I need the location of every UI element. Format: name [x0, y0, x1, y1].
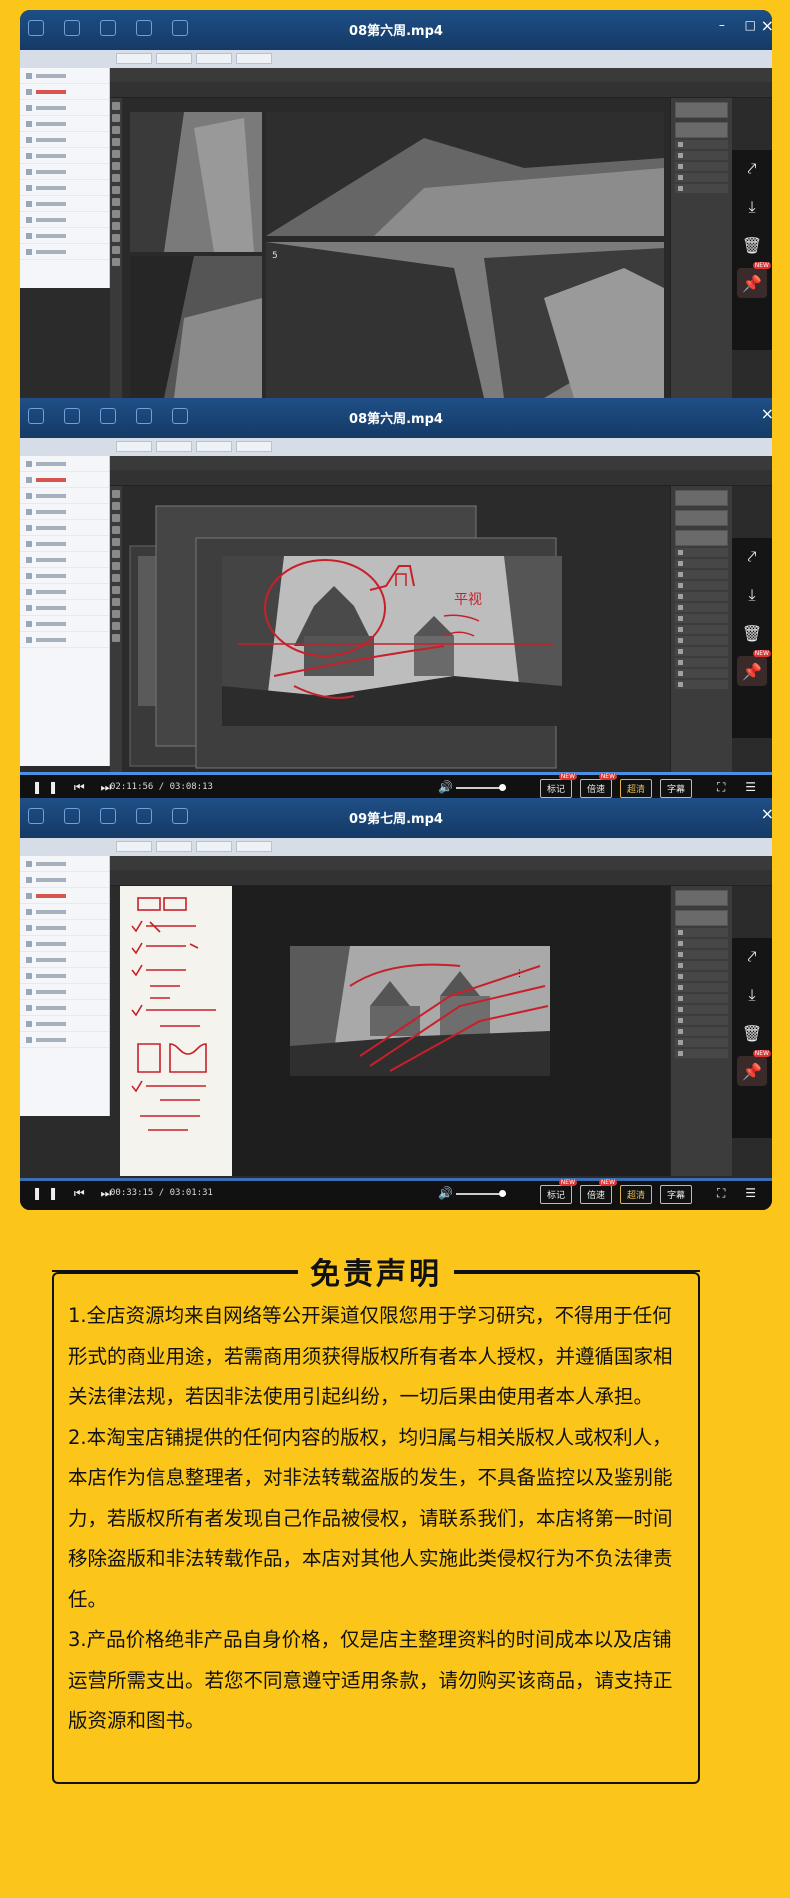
- share-icon[interactable]: ⤤: [737, 942, 767, 972]
- play-controls-icon[interactable]: ❚❚ ⏮ ⏭: [32, 1186, 117, 1201]
- fullscreen-icon[interactable]: ⛶ ☰: [717, 1186, 764, 1201]
- share-icon[interactable]: ⤤: [737, 542, 767, 572]
- timecode: 00:33:15 / 03:01:31: [110, 1188, 213, 1198]
- disclaimer-paragraph-3: 3.产品价格绝非产品自身价格，仅是店主整理资料的时间成本以及店铺运营所需支出。若…: [68, 1628, 673, 1732]
- download-icon[interactable]: ⤓: [737, 192, 767, 222]
- play-controls-icon[interactable]: ❚❚ ⏮ ⏭: [32, 780, 117, 795]
- ps-toolbox: [110, 98, 122, 398]
- close-icon[interactable]: ×: [761, 404, 772, 423]
- timecode: 02:11:56 / 03:08:13: [110, 782, 213, 792]
- ps-toolbox: [110, 486, 122, 772]
- title-rule-left: [52, 1270, 298, 1272]
- ps-options-bar: [110, 870, 772, 886]
- video-screenshot-3: 09第七周.mp4 × ⋮ ⤤ ⤓ 🗑 📌 NEW ❚❚ ⏮ ⏭ 00:33:1…: [20, 798, 772, 1210]
- volume-icon[interactable]: 🔊: [438, 780, 453, 794]
- trash-icon[interactable]: 🗑: [737, 1018, 767, 1048]
- player-titlebar: 08第六周.mp4 ×: [20, 398, 772, 438]
- download-icon[interactable]: ⤓: [737, 980, 767, 1010]
- ps-layers-panel: [670, 98, 732, 398]
- speed-button[interactable]: 倍速 NEW: [580, 1179, 618, 1204]
- ps-menubar: [110, 456, 772, 470]
- ps-layers-panel: [670, 486, 732, 772]
- quality-button[interactable]: 超清: [620, 1185, 653, 1204]
- screenshot-stack: 08第六周.mp4 – □ × 5 ⤤ ⤓ 🗑 📌 NEW 08第六周.mp4 …: [20, 10, 772, 1210]
- subtitle-button[interactable]: 字幕: [660, 779, 693, 798]
- svg-text:⋮: ⋮: [515, 969, 524, 979]
- ps-canvas: 平视: [124, 486, 670, 772]
- side-action-bar: ⤤ ⤓ 🗑 📌 NEW: [732, 538, 772, 738]
- page: 08第六周.mp4 – □ × 5 ⤤ ⤓ 🗑 📌 NEW 08第六周.mp4 …: [0, 0, 790, 1898]
- file-sidebar: [20, 856, 110, 1116]
- mark-button[interactable]: 标记 NEW: [540, 773, 578, 798]
- quality-button[interactable]: 超清: [620, 779, 653, 798]
- new-badge: NEW: [752, 650, 771, 657]
- disclaimer-title: 免责声明: [298, 1249, 454, 1293]
- close-icon[interactable]: ×: [761, 16, 772, 35]
- disclaimer-title-row: 免责声明: [52, 1249, 700, 1293]
- svg-text:5: 5: [272, 251, 278, 261]
- video-screenshot-2: 08第六周.mp4 × 平视 ⤤ ⤓ 🗑 📌 NEW ❚❚ ⏮ ⏭ 02:11:…: [20, 398, 772, 798]
- new-badge: NEW: [752, 1050, 771, 1057]
- close-icon[interactable]: ×: [761, 804, 772, 823]
- disclaimer-paragraph-2: 2.本淘宝店铺提供的任何内容的版权，均归属与相关版权人或权利人，本店作为信息整理…: [68, 1425, 673, 1611]
- photoshop-tabs: [20, 438, 772, 456]
- player-titlebar: 08第六周.mp4 – □ ×: [20, 10, 772, 50]
- ps-layers-panel: [670, 886, 732, 1176]
- sketch-with-annotations: 平视: [124, 486, 670, 772]
- player-titlebar: 09第七周.mp4 ×: [20, 798, 772, 838]
- ps-canvas: 5: [124, 98, 670, 398]
- ps-canvas: ⋮: [120, 886, 670, 1176]
- player-controls: ❚❚ ⏮ ⏭ 00:33:15 / 03:01:31 🔊 标记 NEW 倍速 NEW…: [20, 1179, 772, 1210]
- trash-icon[interactable]: 🗑: [737, 618, 767, 648]
- download-icon[interactable]: ⤓: [737, 580, 767, 610]
- subtitle-button[interactable]: 字幕: [660, 1185, 693, 1204]
- share-icon[interactable]: ⤤: [737, 154, 767, 184]
- speed-button[interactable]: 倍速 NEW: [580, 773, 618, 798]
- pin-icon[interactable]: 📌 NEW: [737, 1050, 771, 1086]
- disclaimer-body: 1.全店资源均来自网络等公开渠道仅限您用于学习研究，不得用于任何形式的商业用途，…: [68, 1296, 686, 1742]
- file-sidebar: [20, 456, 110, 766]
- photoshop-tabs: [20, 50, 772, 68]
- video-screenshot-1: 08第六周.mp4 – □ × 5 ⤤ ⤓ 🗑 📌 NEW: [20, 10, 772, 398]
- trash-icon[interactable]: 🗑: [737, 230, 767, 260]
- player-controls: ❚❚ ⏮ ⏭ 02:11:56 / 03:08:13 🔊 标记 NEW 倍速 NEW…: [20, 773, 772, 798]
- mark-button[interactable]: 标记 NEW: [540, 1179, 578, 1204]
- volume-slider[interactable]: [456, 784, 506, 791]
- ps-options-bar: [110, 470, 772, 486]
- pin-icon[interactable]: 📌 NEW: [737, 262, 771, 298]
- ps-options-bar: [110, 82, 772, 98]
- new-badge: NEW: [752, 262, 771, 269]
- pin-icon[interactable]: 📌 NEW: [737, 650, 771, 686]
- window-controls[interactable]: – □: [719, 18, 764, 32]
- volume-icon[interactable]: 🔊: [438, 1186, 453, 1200]
- side-action-bar: ⤤ ⤓ 🗑 📌 NEW: [732, 150, 772, 350]
- file-sidebar: [20, 68, 110, 288]
- video-title: 08第六周.mp4: [349, 412, 443, 427]
- ps-menubar: [110, 68, 772, 82]
- volume-slider[interactable]: [456, 1190, 506, 1197]
- fullscreen-icon[interactable]: ⛶ ☰: [717, 780, 764, 795]
- disclaimer-paragraph-1: 1.全店资源均来自网络等公开渠道仅限您用于学习研究，不得用于任何形式的商业用途，…: [68, 1304, 673, 1408]
- video-title: 09第七周.mp4: [349, 812, 443, 827]
- ps-menubar: [110, 856, 772, 870]
- side-action-bar: ⤤ ⤓ 🗑 📌 NEW: [732, 938, 772, 1138]
- concept-art-thumbnails: 5: [124, 98, 670, 398]
- notes-and-sketch: ⋮: [120, 886, 670, 1176]
- video-title: 08第六周.mp4: [349, 24, 443, 39]
- photoshop-tabs: [20, 838, 772, 856]
- title-rule-right: [454, 1270, 700, 1272]
- annotation-text: 平视: [454, 592, 482, 608]
